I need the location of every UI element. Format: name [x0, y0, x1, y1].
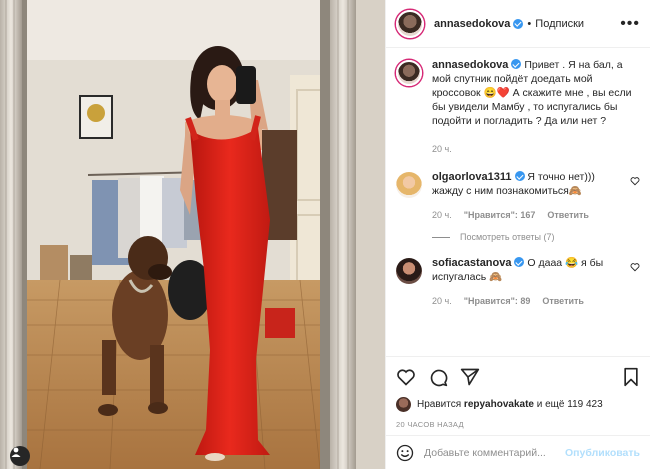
comment-time[interactable]: 20 ч. [432, 294, 452, 308]
comment-item: sofiacastanova О дааа 😂 я бы испугалась … [396, 256, 640, 308]
commenter-username[interactable]: olgaorlova1311 [432, 171, 512, 183]
post-photo[interactable] [0, 0, 385, 469]
caption: annasedokova Привет . Я на бал, а мой сп… [396, 58, 640, 156]
likes-count[interactable]: и ещё 119 423 [537, 399, 603, 410]
author-avatar[interactable] [396, 9, 424, 38]
post-actions: Нравится rерyahovakate и ещё 119 423 20 … [386, 356, 650, 435]
post-side-panel: annasedokova • Подписки ••• annasedokova… [385, 0, 650, 469]
share-icon[interactable] [460, 367, 480, 387]
likes-summary[interactable]: Нравится rерyahovakate и ещё 119 423 [396, 397, 640, 412]
bookmark-icon[interactable] [622, 367, 640, 387]
following-button[interactable]: Подписки [535, 18, 584, 30]
replies-divider [432, 236, 450, 238]
commenter-username[interactable]: sofiacastanova [432, 257, 511, 269]
verified-icon [511, 59, 522, 69]
comment-likes[interactable]: "Нравится": 167 [464, 208, 536, 222]
heart-icon[interactable] [396, 367, 416, 387]
commenter-avatar[interactable] [396, 172, 422, 198]
verified-icon [514, 171, 525, 181]
likes-prefix: Нравится [417, 399, 462, 410]
view-replies-label: Посмотреть ответы (7) [460, 232, 555, 242]
comment-input[interactable] [424, 446, 566, 459]
emoji-icon[interactable] [396, 444, 414, 462]
tagged-user-icon[interactable] [10, 446, 30, 466]
add-comment-bar: Опубликовать [386, 435, 650, 469]
liker-avatar [396, 397, 411, 412]
like-comment-heart-icon[interactable] [630, 176, 640, 186]
comment-time[interactable]: 20 ч. [432, 208, 452, 222]
commenter-avatar[interactable] [396, 258, 422, 284]
publish-button[interactable]: Опубликовать [565, 447, 640, 459]
separator-dot: • [527, 17, 532, 30]
verified-icon [514, 257, 525, 267]
comments-list[interactable]: annasedokova Привет . Я на бал, а мой сп… [386, 48, 650, 356]
view-replies-button[interactable]: Посмотреть ответы (7) [432, 232, 640, 242]
reply-button[interactable]: Ответить [547, 208, 589, 222]
caption-time[interactable]: 20 ч. [432, 142, 452, 156]
caption-username[interactable]: annasedokova [432, 59, 508, 71]
author-username[interactable]: annasedokova [434, 18, 510, 30]
liker-username[interactable]: rерyahovakate [464, 399, 534, 410]
post-header: annasedokova • Подписки ••• [386, 0, 650, 48]
post-timestamp[interactable]: 20 ЧАСОВ НАЗАД [396, 420, 640, 429]
comment-item: olgaorlova1311 Я точно нет))) жажду с ни… [396, 170, 640, 222]
like-comment-heart-icon[interactable] [630, 262, 640, 272]
verified-icon [513, 18, 524, 29]
reply-button[interactable]: Ответить [542, 294, 584, 308]
more-options-icon[interactable]: ••• [620, 15, 640, 33]
comment-likes[interactable]: "Нравится": 89 [464, 294, 531, 308]
comment-icon[interactable] [428, 367, 448, 387]
caption-avatar[interactable] [396, 60, 422, 86]
mirror-selfie-image [0, 0, 385, 469]
